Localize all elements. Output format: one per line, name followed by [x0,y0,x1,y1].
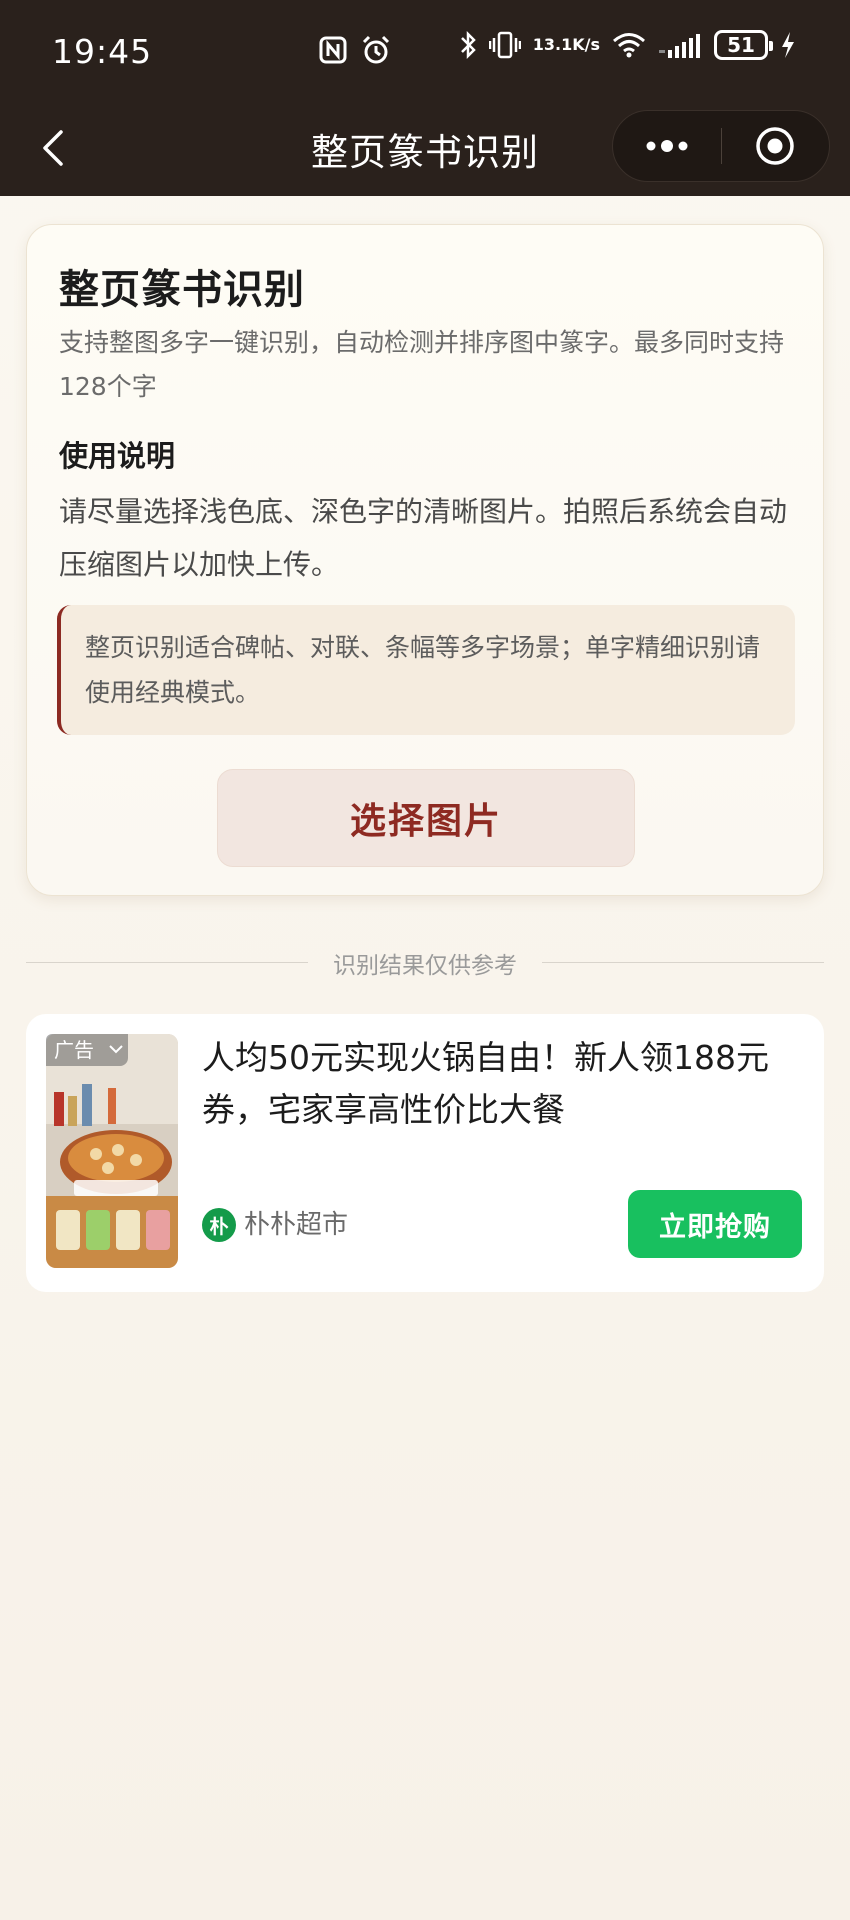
target-circle-icon [756,127,794,165]
net-speed-unit: K/s [572,35,600,54]
bluetooth-icon [459,30,477,60]
signal-icon [658,32,702,58]
divider-text: 识别结果仅供参考 [333,953,517,979]
alarm-icon [360,34,392,66]
divider-line-left [26,962,308,963]
status-mid-icons [318,34,392,66]
choose-image-button[interactable]: 选择图片 [217,769,635,867]
usage-text: 请尽量选择浅色底、深色字的清晰图片。拍照后系统会自动压缩图片以加快上传。 [59,495,788,581]
card-description: 支持整图多字一键识别，自动检测并排序图中篆字。最多同时支持128个字 [59,328,785,401]
note-box: 整页识别适合碑帖、对联、条幅等多字场景；单字精细识别请使用经典模式。 [57,605,795,735]
wifi-icon [612,31,646,59]
more-button[interactable] [613,110,721,182]
usage-heading: 使用说明 [59,439,176,473]
status-time: 19:45 [52,32,153,71]
battery-icon: 51 [714,30,773,60]
nav-bar: 整页篆书识别 [0,100,850,196]
note-text: 整页识别适合碑帖、对联、条幅等多字场景；单字精细识别请使用经典模式。 [85,633,761,707]
buy-now-button[interactable]: 立即抢购 [628,1190,802,1258]
ad-card[interactable]: 广告 人均50元实现火锅自由！新人领188元券，宅家享高性价比大餐 朴 朴朴超市… [26,1014,824,1292]
nfc-icon [318,35,348,65]
status-right-icons: 13.1 K/s 51 [459,30,796,60]
close-button[interactable] [722,110,830,182]
more-dots-icon [646,140,688,152]
info-card: 整页篆书识别 支持整图多字一键识别，自动检测并排序图中篆字。最多同时支持128个… [26,224,824,896]
net-speed-value: 13.1 [532,35,573,54]
ad-brand-name: 朴朴超市 [244,1210,349,1240]
charging-icon [780,31,796,59]
chevron-down-icon[interactable] [108,1042,124,1056]
card-title: 整页篆书识别 [59,267,305,313]
divider-line-right [542,962,824,963]
ad-image[interactable] [46,1034,178,1268]
status-bar: 19:45 13.1 K/s 51 [0,0,850,100]
ad-headline[interactable]: 人均50元实现火锅自由！新人领188元券，宅家享高性价比大餐 [202,1032,802,1136]
mini-program-capsule [612,110,830,182]
ad-brand-logo: 朴 [202,1208,236,1242]
net-speed: 13.1 K/s [533,37,600,53]
vibrate-icon [488,30,521,60]
